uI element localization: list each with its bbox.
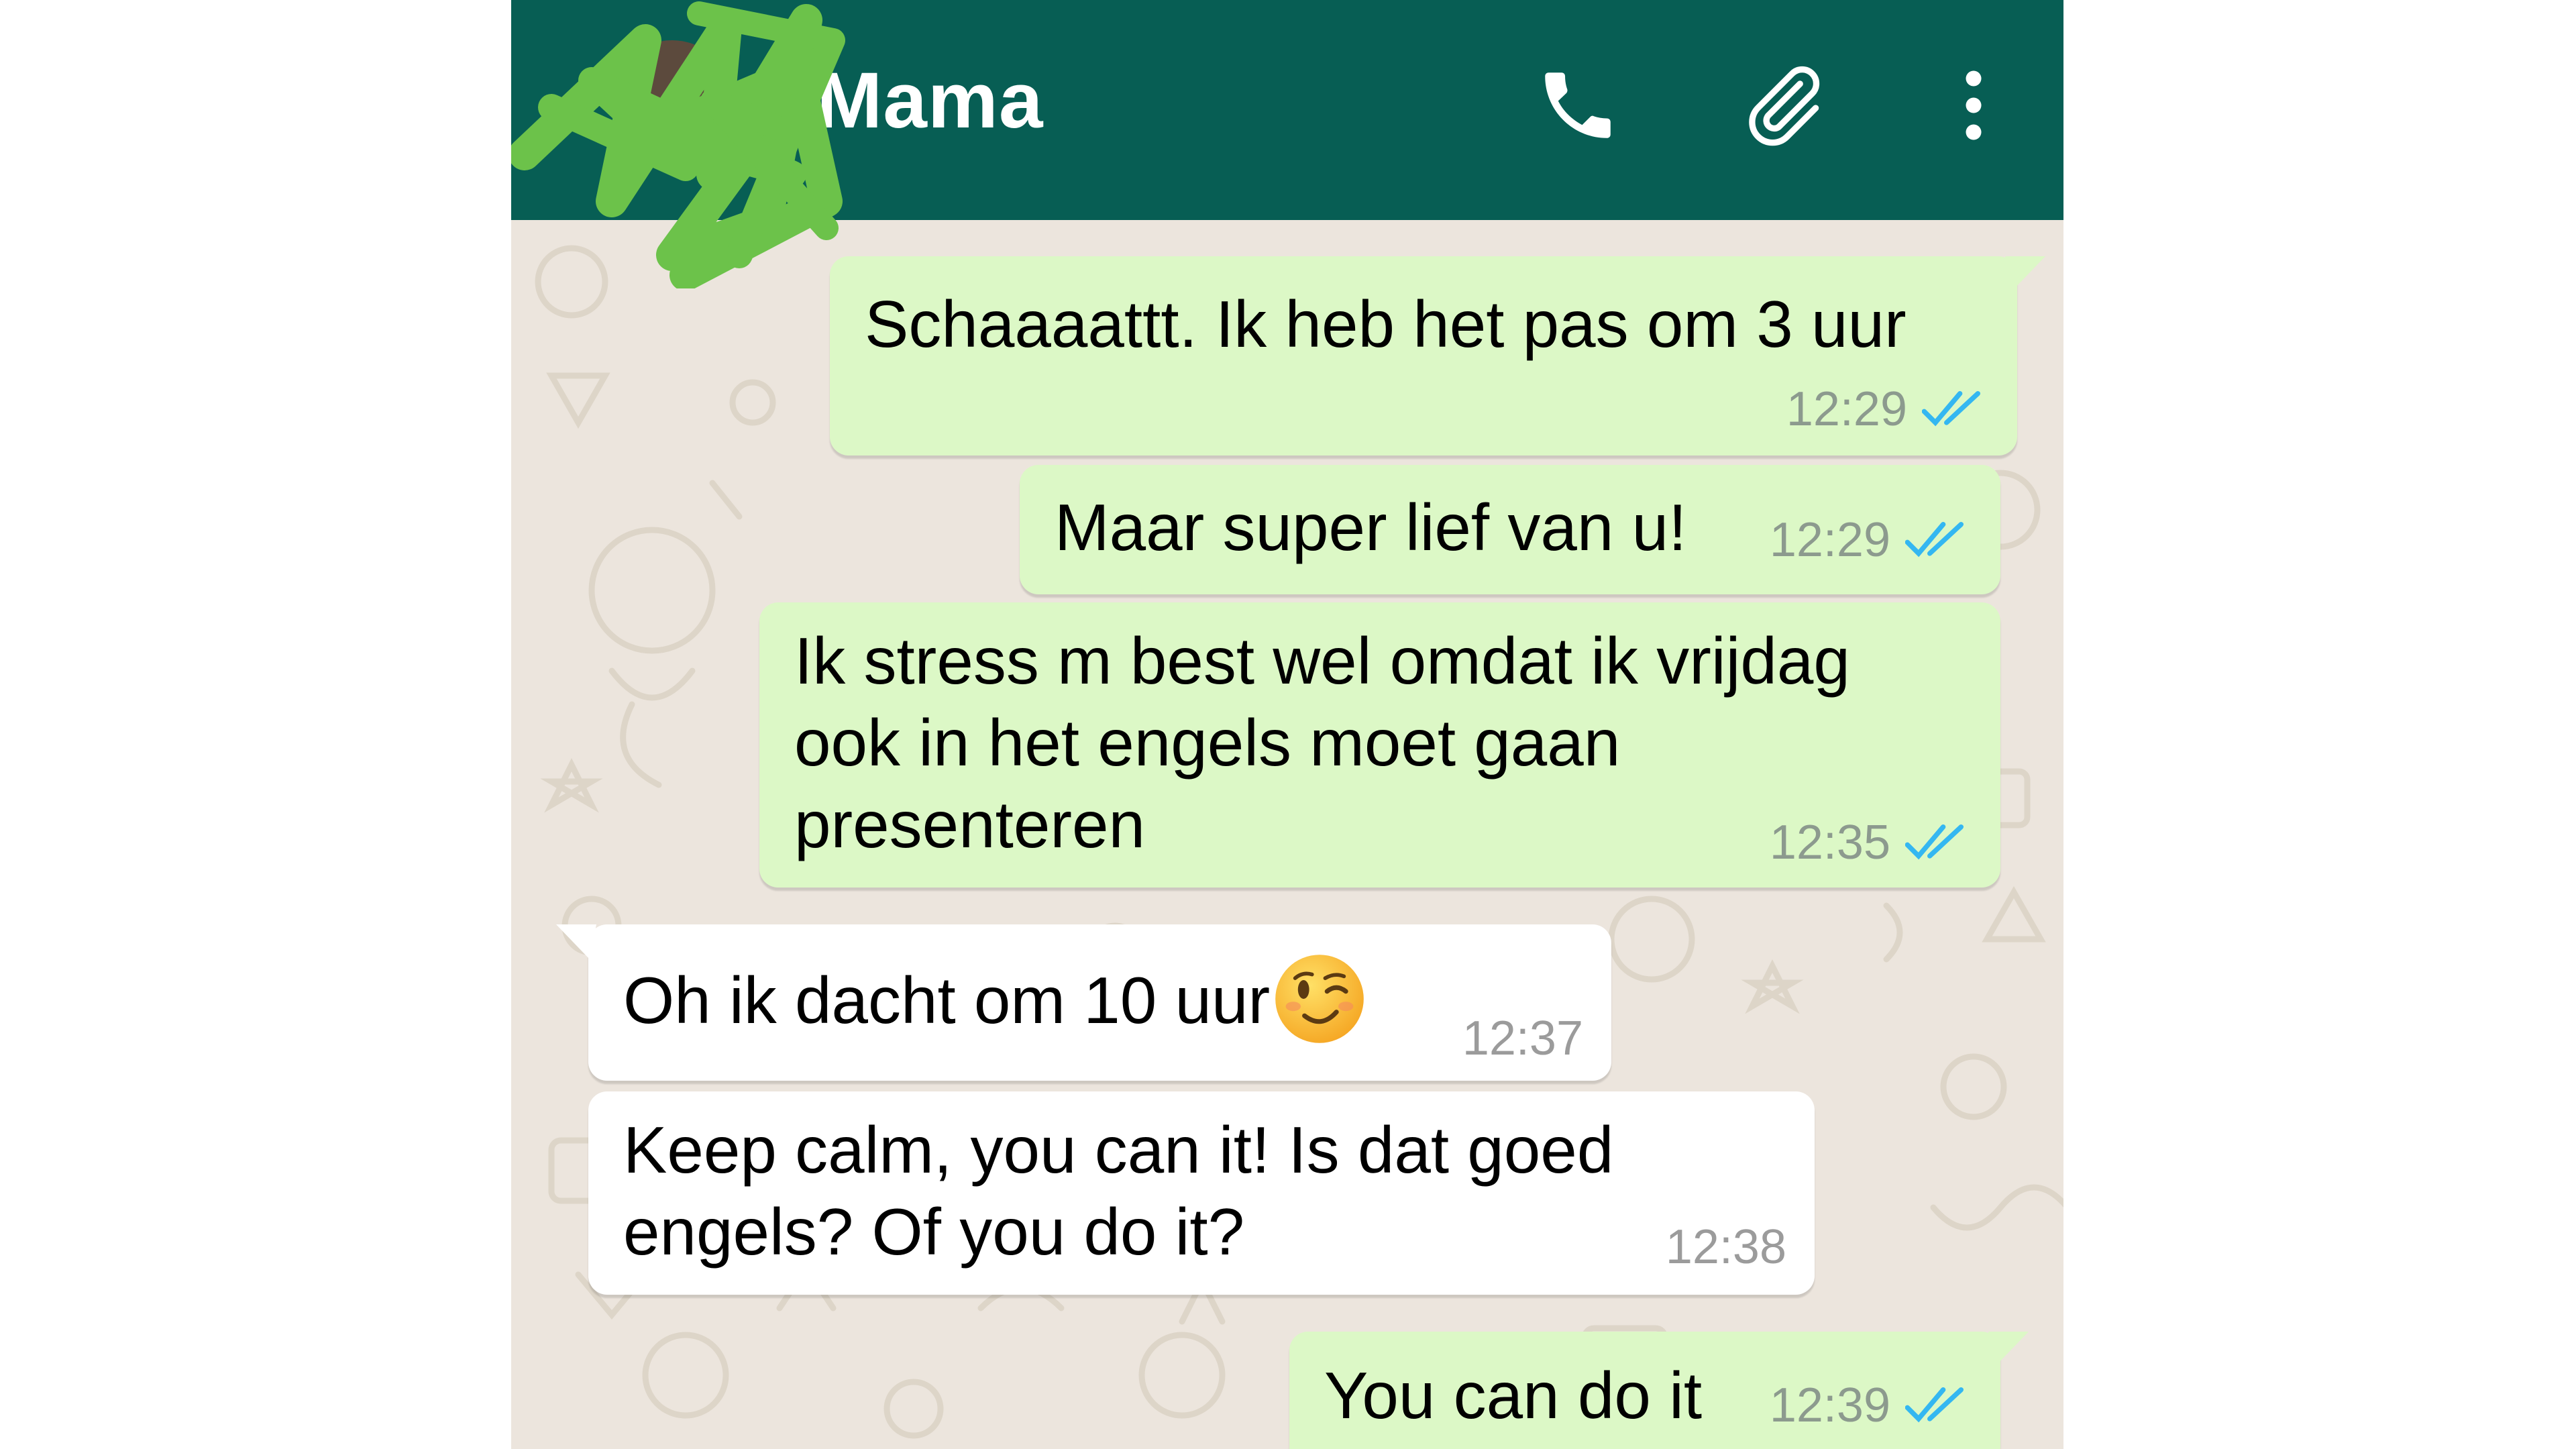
more-vertical-icon[interactable] [1923,55,2024,156]
incoming-message[interactable]: Keep calm, you can it! Is dat goed engel… [588,1091,1815,1295]
message-text: You can do it [1324,1358,1703,1432]
message-text: Ik stress m best wel omdat ik vrijdag [794,624,1850,698]
bubble-tail [1988,1332,2029,1366]
read-ticks-icon [1905,522,1964,557]
message-text: Schaaaattt. Ik heb het pas om 3 uur [865,287,1907,361]
message-time: 12:35 [1769,816,1890,869]
message-meta: 12:29 [1770,513,1972,567]
outgoing-message[interactable]: Maar super lief van u! 12:29 [1020,465,2000,594]
chat-screen: Mama Schaaaattt. Ik heb het pas om 3 uur… [511,0,2063,1449]
bubble-tail [2005,256,2045,291]
message-text: Keep calm, you can it! Is dat goed [623,1113,1614,1187]
message-text-content: Oh ik dacht om 10 uur [623,963,1271,1037]
attachment-clip-icon[interactable] [1732,55,1833,156]
message-time: 12:37 [1462,1012,1583,1065]
message-meta: 12:38 [1666,1220,1786,1274]
read-ticks-icon [1905,1387,1964,1423]
call-icon[interactable] [1527,55,1628,156]
message-text: Maar super lief van u! [1055,490,1687,564]
message-time: 12:29 [1769,513,1890,567]
redaction-scribble [511,1,845,288]
outgoing-message[interactable]: You can do it 12:39 [1289,1332,2029,1449]
message-time: 12:29 [1786,382,1907,436]
incoming-message[interactable]: Oh ik dacht om 10 uur 12:37 [556,924,1611,1081]
message-meta: 12:29 [1786,382,1989,436]
outgoing-message[interactable]: Schaaaattt. Ik heb het pas om 3 uur 12:2… [830,256,2045,455]
message-text: ook in het engels moet gaan [794,706,1621,780]
message-meta: 12:37 [1462,1012,1583,1065]
message-meta: 12:35 [1770,816,1972,869]
bubble-tail [556,924,596,959]
winking-face-emoji-icon [1275,955,1364,1043]
message-meta: 12:39 [1770,1379,1972,1432]
message-text: presenteren [794,788,1146,861]
message-time: 12:38 [1665,1220,1786,1274]
outgoing-message[interactable]: Ik stress m best wel omdat ik vrijdag oo… [759,602,2000,888]
message-time: 12:39 [1769,1379,1890,1432]
read-ticks-icon [1922,391,1980,427]
read-ticks-icon [1905,824,1964,860]
message-text: engels? Of you do it? [623,1195,1245,1269]
message-text: Oh ik dacht om 10 uur [623,955,1366,1046]
